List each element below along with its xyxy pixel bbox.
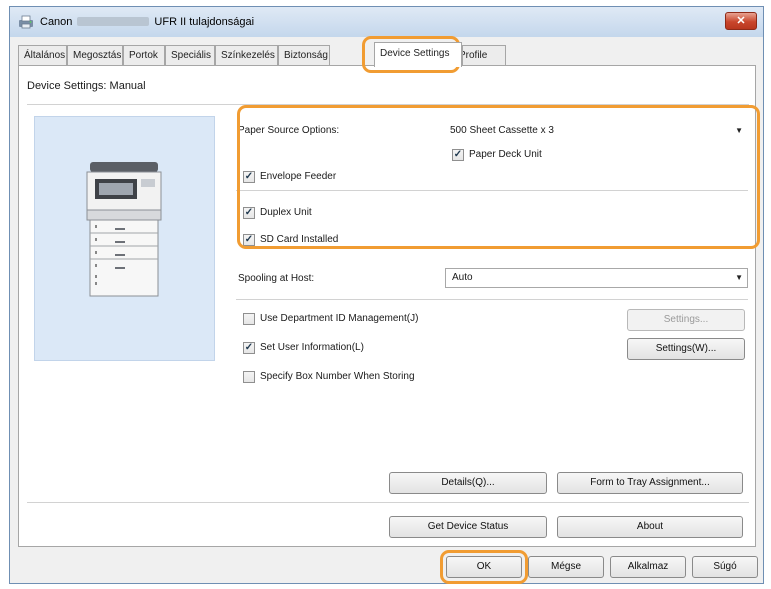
printer-preview [34,116,215,361]
help-button[interactable]: Súgó [692,556,758,578]
chevron-down-icon: ▼ [735,126,743,135]
chevron-down-icon: ▼ [735,273,743,282]
spooling-label: Spooling at Host: [238,273,315,284]
printer-illustration-icon [86,162,162,297]
window-title: Canon UFR II tulajdonságai [40,16,254,28]
options-divider [236,190,748,191]
redacted-printer-name [77,17,150,26]
bottom-divider [27,502,749,503]
panel-title: Device Settings: Manual [27,80,146,92]
tab-general[interactable]: Általános [18,45,67,66]
spooling-dropdown[interactable]: Auto ▼ [445,268,748,288]
tab-color-management[interactable]: Színkezelés [215,45,278,66]
paper-source-dropdown[interactable]: 500 Sheet Cassette x 3 ▼ [443,121,748,141]
title-bar: Canon UFR II tulajdonságai ✕ [10,7,763,37]
printer-properties-window: Canon UFR II tulajdonságai ✕ Általános Me… [9,6,764,584]
paper-source-value: 500 Sheet Cassette x 3 [450,125,554,136]
box-number-label: Specify Box Number When Storing [260,371,415,382]
checkmark-icon: ✓ [243,207,255,219]
user-settings-button[interactable]: Settings(W)... [627,338,745,360]
title-divider [27,104,749,105]
tab-device-settings[interactable]: Device Settings [374,42,462,67]
department-id-label: Use Department ID Management(J) [260,313,419,324]
checkmark-icon: ✓ [243,171,255,183]
spooling-value: Auto [452,272,473,283]
checkmark-icon: ✓ [243,342,255,354]
details-button[interactable]: Details(Q)... [389,472,547,494]
sd-card-label: SD Card Installed [260,234,339,245]
tab-security[interactable]: Biztonság [278,45,330,66]
tab-advanced[interactable]: Speciális [165,45,215,66]
get-device-status-button[interactable]: Get Device Status [389,516,547,538]
tab-profile[interactable]: Profile [462,45,506,66]
checkbox-empty-icon [243,313,255,325]
title-suffix: UFR II tulajdonságai [154,16,255,28]
envelope-feeder-label: Envelope Feeder [260,171,337,182]
form-to-tray-button[interactable]: Form to Tray Assignment... [557,472,743,494]
apply-button[interactable]: Alkalmaz [610,556,686,578]
paper-deck-label: Paper Deck Unit [469,149,542,160]
printer-icon [19,15,33,29]
tab-sharing[interactable]: Megosztás [67,45,123,66]
cancel-button[interactable]: Mégse [528,556,604,578]
paper-source-label: Paper Source Options: [238,125,340,136]
spooling-divider [236,299,748,300]
close-button[interactable]: ✕ [725,12,757,30]
department-settings-button[interactable]: Settings... [627,309,745,331]
user-information-label: Set User Information(L) [260,342,364,353]
about-button[interactable]: About [557,516,743,538]
checkmark-icon: ✓ [452,149,464,161]
checkmark-icon: ✓ [243,234,255,246]
device-settings-panel: Device Settings: Manual Paper Source Opt… [18,65,756,547]
duplex-unit-label: Duplex Unit [260,207,312,218]
tab-ports[interactable]: Portok [123,45,165,66]
title-prefix: Canon [40,16,73,28]
tab-profile-label: Profile [463,50,488,61]
ok-button[interactable]: OK [446,556,522,578]
checkbox-empty-icon [243,371,255,383]
